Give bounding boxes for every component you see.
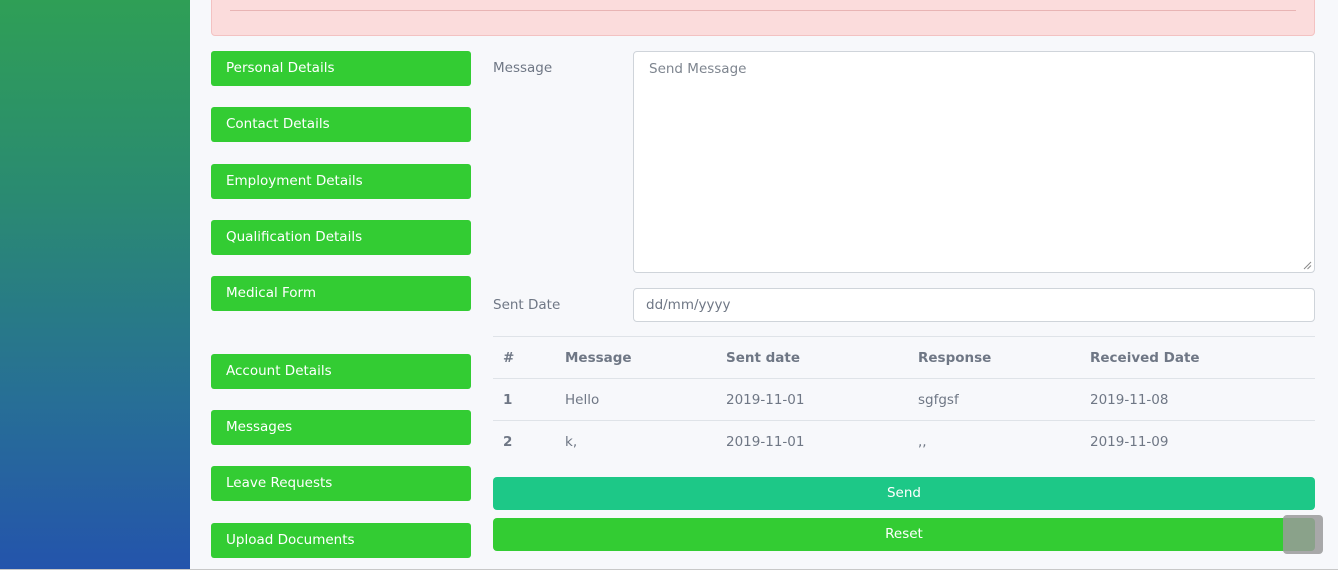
send-button[interactable]: Send — [493, 477, 1315, 510]
reset-button[interactable]: Reset — [493, 518, 1315, 551]
header-response: Response — [918, 350, 992, 366]
messages-table: # Message Sent date Response Received Da… — [493, 336, 1315, 463]
header-message: Message — [565, 350, 632, 366]
row-sent-date: 2019-11-01 — [726, 434, 805, 450]
message-label: Message — [493, 60, 553, 76]
nav-upload-documents[interactable]: Upload Documents — [211, 523, 471, 558]
table-row: 2 k, 2019-11-01 ,, 2019-11-09 — [493, 421, 1315, 463]
nav-messages[interactable]: Messages — [211, 410, 471, 445]
nav-qualification-details[interactable]: Qualification Details — [211, 220, 471, 255]
row-received-date: 2019-11-08 — [1090, 392, 1169, 408]
table-header-row: # Message Sent date Response Received Da… — [493, 337, 1315, 379]
nav-medical-form[interactable]: Medical Form — [211, 276, 471, 311]
message-placeholder: Send Message — [649, 61, 747, 77]
main-content: Personal Details Contact Details Employm… — [190, 0, 1338, 570]
header-sent-date: Sent date — [726, 350, 801, 366]
nav-employment-details[interactable]: Employment Details — [211, 164, 471, 199]
row-index: 2 — [503, 434, 513, 450]
header-received-date: Received Date — [1090, 350, 1200, 366]
resize-grip-icon[interactable] — [1303, 261, 1312, 270]
nav-contact-details[interactable]: Contact Details — [211, 107, 471, 142]
row-message: k, — [565, 434, 578, 450]
page: Personal Details Contact Details Employm… — [0, 0, 1338, 572]
row-response: ,, — [918, 434, 927, 450]
row-message: Hello — [565, 392, 600, 408]
table-row: 1 Hello 2019-11-01 sgfgsf 2019-11-08 — [493, 379, 1315, 421]
left-gradient-panel — [0, 0, 190, 570]
row-sent-date: 2019-11-01 — [726, 392, 805, 408]
row-received-date: 2019-11-09 — [1090, 434, 1169, 450]
message-textarea[interactable]: Send Message — [633, 51, 1315, 273]
row-index: 1 — [503, 392, 513, 408]
nav-personal-details[interactable]: Personal Details — [211, 51, 471, 86]
bottom-border — [0, 569, 1338, 570]
sent-date-label: Sent Date — [493, 297, 561, 313]
sent-date-input[interactable]: dd/mm/yyyy — [633, 288, 1315, 322]
scroll-to-top-icon[interactable] — [1283, 515, 1323, 554]
nav-account-details[interactable]: Account Details — [211, 354, 471, 389]
alert-box — [211, 0, 1315, 36]
alert-divider — [230, 10, 1296, 11]
row-response: sgfgsf — [918, 392, 959, 408]
nav-leave-requests[interactable]: Leave Requests — [211, 466, 471, 501]
header-index: # — [503, 350, 515, 366]
